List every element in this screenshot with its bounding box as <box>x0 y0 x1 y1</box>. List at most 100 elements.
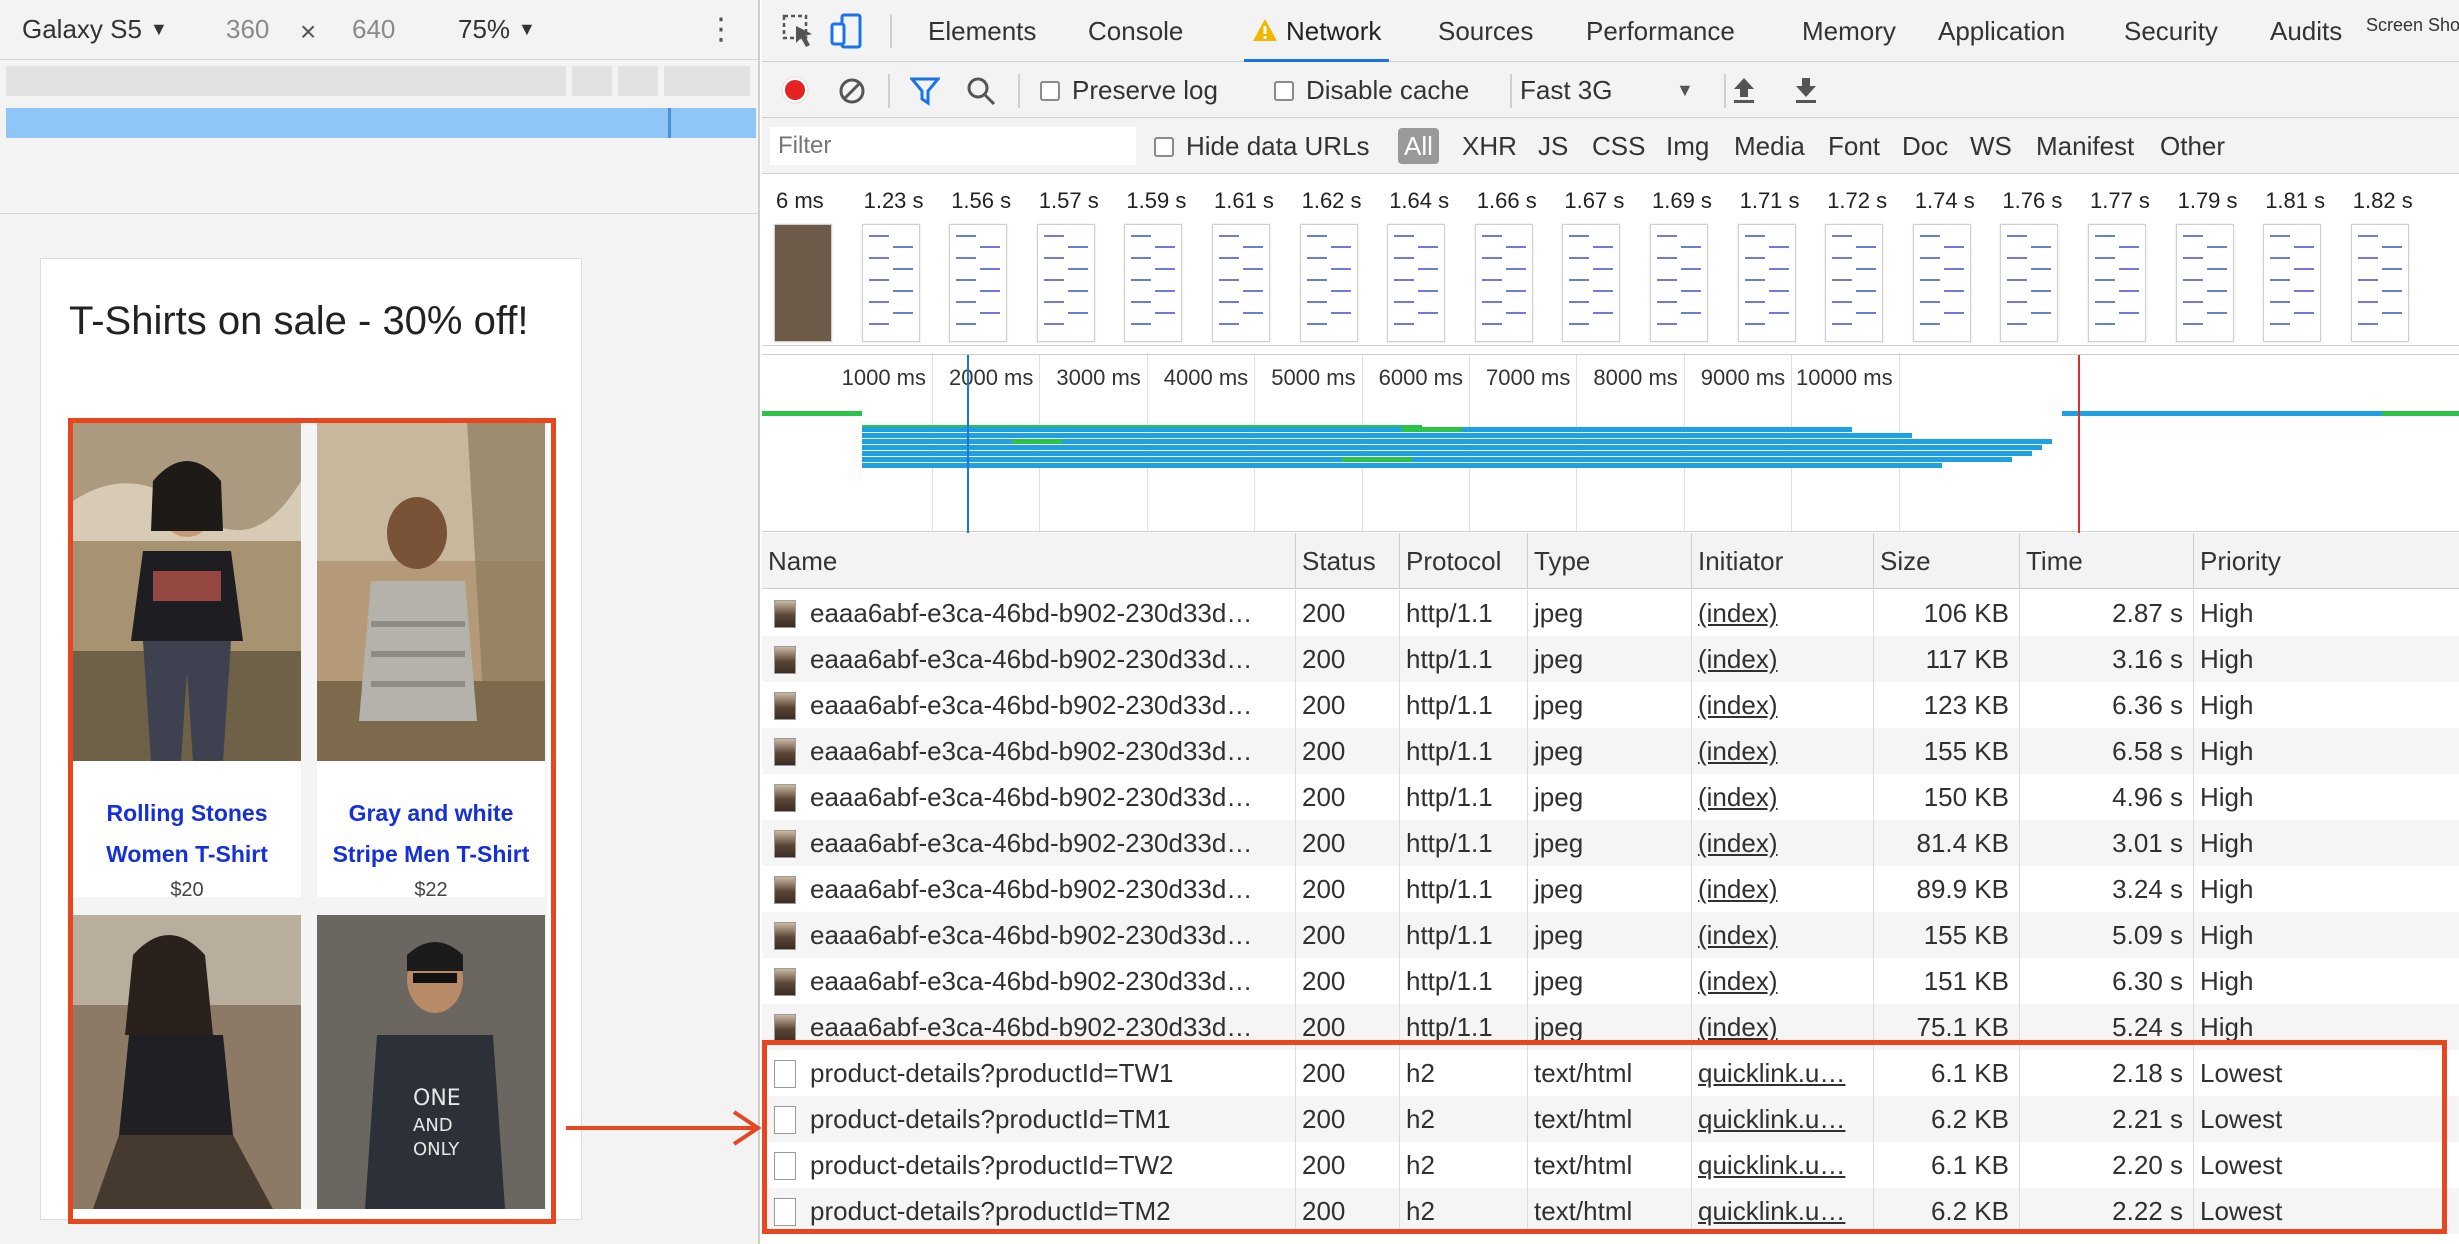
tab-overflow[interactable]: Screen Sho <box>2366 0 2459 56</box>
checkbox-box[interactable] <box>1040 81 1060 101</box>
cell-initiator[interactable]: (index) <box>1692 682 1874 728</box>
filmstrip-frame[interactable] <box>1562 224 1621 342</box>
device-width-field[interactable]: 360 <box>226 14 269 45</box>
cell-initiator[interactable]: (index) <box>1692 1004 1874 1050</box>
table-row[interactable]: eaaa6abf-e3ca-46bd-b902-230d33d… 200 http/… <box>762 590 2459 636</box>
table-row[interactable]: eaaa6abf-e3ca-46bd-b902-230d33d… 200 http/… <box>762 682 2459 728</box>
zoom-select[interactable]: 75% ▼ <box>458 14 536 45</box>
filter-type-js[interactable]: JS <box>1538 118 1568 174</box>
cell-name[interactable]: eaaa6abf-e3ca-46bd-b902-230d33d… <box>762 866 1296 912</box>
product-photo[interactable]: ONE AND ONLY <box>317 915 545 1209</box>
initiator-link[interactable]: (index) <box>1698 690 1777 720</box>
cell-name[interactable]: eaaa6abf-e3ca-46bd-b902-230d33d… <box>762 682 1296 728</box>
product-name-link[interactable]: Gray and white Stripe Men T-Shirt <box>317 793 545 875</box>
filmstrip-frame[interactable] <box>1299 224 1358 342</box>
filmstrip-frame[interactable] <box>2088 224 2146 342</box>
hide-data-urls-checkbox[interactable]: Hide data URLs <box>1154 118 1370 174</box>
checkbox-box[interactable] <box>1154 137 1174 157</box>
cell-name[interactable]: product-details?productId=TW1 <box>762 1050 1296 1096</box>
table-row[interactable]: product-details?productId=TM1 200 h2 text/h… <box>762 1096 2459 1142</box>
filter-type-all[interactable]: All <box>1398 128 1439 164</box>
checkbox-box[interactable] <box>1274 81 1294 101</box>
table-row[interactable]: eaaa6abf-e3ca-46bd-b902-230d33d… 200 http/… <box>762 866 2459 912</box>
product-photo[interactable] <box>317 421 545 761</box>
import-har-icon[interactable] <box>1724 75 1764 105</box>
product-photo[interactable] <box>73 421 301 761</box>
filmstrip-frame[interactable] <box>1737 224 1796 342</box>
cell-name[interactable]: eaaa6abf-e3ca-46bd-b902-230d33d… <box>762 590 1296 636</box>
column-header-protocol[interactable]: Protocol <box>1400 533 1528 589</box>
product-card[interactable]: Rolling Stones Women T-Shirt $20 <box>73 421 301 901</box>
preserve-log-checkbox[interactable]: Preserve log <box>1040 62 1218 118</box>
table-row[interactable]: product-details?productId=TM2 200 h2 text/h… <box>762 1188 2459 1234</box>
cell-initiator[interactable]: (index) <box>1692 820 1874 866</box>
filter-type-other[interactable]: Other <box>2160 118 2225 174</box>
cell-initiator[interactable]: (index) <box>1692 590 1874 636</box>
filmstrip-frame[interactable] <box>1387 224 1446 342</box>
more-options-icon[interactable]: ⋮ <box>706 10 736 50</box>
clear-icon[interactable] <box>838 77 866 105</box>
tab-elements[interactable]: Elements <box>928 0 1036 62</box>
filter-type-img[interactable]: Img <box>1666 118 1709 174</box>
filmstrip-frame[interactable] <box>861 224 920 342</box>
tab-sources[interactable]: Sources <box>1438 0 1533 62</box>
filter-type-manifest[interactable]: Manifest <box>2036 118 2134 174</box>
product-name-link[interactable]: Rolling Stones Women T-Shirt <box>73 793 301 875</box>
column-header-size[interactable]: Size <box>1874 533 2020 589</box>
filmstrip-frame[interactable] <box>1650 224 1708 342</box>
filmstrip-frame[interactable] <box>1212 224 1270 342</box>
cell-name[interactable]: eaaa6abf-e3ca-46bd-b902-230d33d… <box>762 912 1296 958</box>
tab-network[interactable]: Network <box>1244 0 1390 62</box>
product-card[interactable] <box>73 915 301 1209</box>
initiator-link[interactable]: quicklink.u… <box>1698 1058 1845 1088</box>
media-query-segment[interactable] <box>572 66 612 96</box>
cell-name[interactable]: eaaa6abf-e3ca-46bd-b902-230d33d… <box>762 728 1296 774</box>
cell-initiator[interactable]: quicklink.u… <box>1692 1096 1874 1142</box>
filmstrip-frame[interactable] <box>2000 224 2059 342</box>
device-height-field[interactable]: 640 <box>352 14 395 45</box>
media-query-segment[interactable] <box>618 66 658 96</box>
filmstrip-frame[interactable] <box>1474 224 1533 342</box>
initiator-link[interactable]: (index) <box>1698 920 1777 950</box>
column-header-priority[interactable]: Priority <box>2194 533 2459 589</box>
export-har-icon[interactable] <box>1786 75 1826 105</box>
column-header-initiator[interactable]: Initiator <box>1692 533 1874 589</box>
cell-name[interactable]: eaaa6abf-e3ca-46bd-b902-230d33d… <box>762 820 1296 866</box>
filter-type-css[interactable]: CSS <box>1592 118 1645 174</box>
product-card[interactable]: Gray and white Stripe Men T-Shirt $22 <box>317 421 545 901</box>
cell-initiator[interactable]: (index) <box>1692 728 1874 774</box>
table-row[interactable]: product-details?productId=TW1 200 h2 text/h… <box>762 1050 2459 1096</box>
tab-console[interactable]: Console <box>1088 0 1183 62</box>
initiator-link[interactable]: (index) <box>1698 782 1777 812</box>
tab-audits[interactable]: Audits <box>2270 0 2342 62</box>
table-row[interactable]: eaaa6abf-e3ca-46bd-b902-230d33d… 200 http/… <box>762 958 2459 1004</box>
cell-initiator[interactable]: (index) <box>1692 958 1874 1004</box>
filmstrip-frame[interactable] <box>1825 224 1884 342</box>
table-row[interactable]: eaaa6abf-e3ca-46bd-b902-230d33d… 200 http/… <box>762 636 2459 682</box>
media-query-segment[interactable] <box>6 66 566 96</box>
media-query-segment[interactable] <box>664 66 750 96</box>
filter-icon[interactable] <box>910 76 940 106</box>
inspect-element-icon[interactable] <box>780 12 818 50</box>
initiator-link[interactable]: quicklink.u… <box>1698 1196 1845 1226</box>
cell-name[interactable]: product-details?productId=TM1 <box>762 1096 1296 1142</box>
cell-initiator[interactable]: (index) <box>1692 866 1874 912</box>
throttling-select[interactable]: Fast 3G ▼ <box>1520 62 1720 118</box>
responsive-width-bar[interactable] <box>6 108 756 138</box>
search-icon[interactable] <box>966 76 996 106</box>
media-query-bar[interactable] <box>6 66 756 96</box>
filmstrip-frame[interactable] <box>2175 224 2234 342</box>
filmstrip-frame[interactable] <box>1036 224 1095 342</box>
device-select[interactable]: Galaxy S5 ▼ <box>22 14 168 45</box>
table-row[interactable]: eaaa6abf-e3ca-46bd-b902-230d33d… 200 http/… <box>762 774 2459 820</box>
cell-initiator[interactable]: quicklink.u… <box>1692 1142 1874 1188</box>
table-row[interactable]: product-details?productId=TW2 200 h2 text/h… <box>762 1142 2459 1188</box>
table-row[interactable]: eaaa6abf-e3ca-46bd-b902-230d33d… 200 http/… <box>762 728 2459 774</box>
initiator-link[interactable]: (index) <box>1698 644 1777 674</box>
cell-name[interactable]: product-details?productId=TM2 <box>762 1188 1296 1234</box>
column-header-time[interactable]: Time <box>2020 533 2194 589</box>
tab-performance[interactable]: Performance <box>1586 0 1735 62</box>
column-header-status[interactable]: Status <box>1296 533 1400 589</box>
initiator-link[interactable]: (index) <box>1698 1012 1777 1042</box>
initiator-link[interactable]: (index) <box>1698 598 1777 628</box>
